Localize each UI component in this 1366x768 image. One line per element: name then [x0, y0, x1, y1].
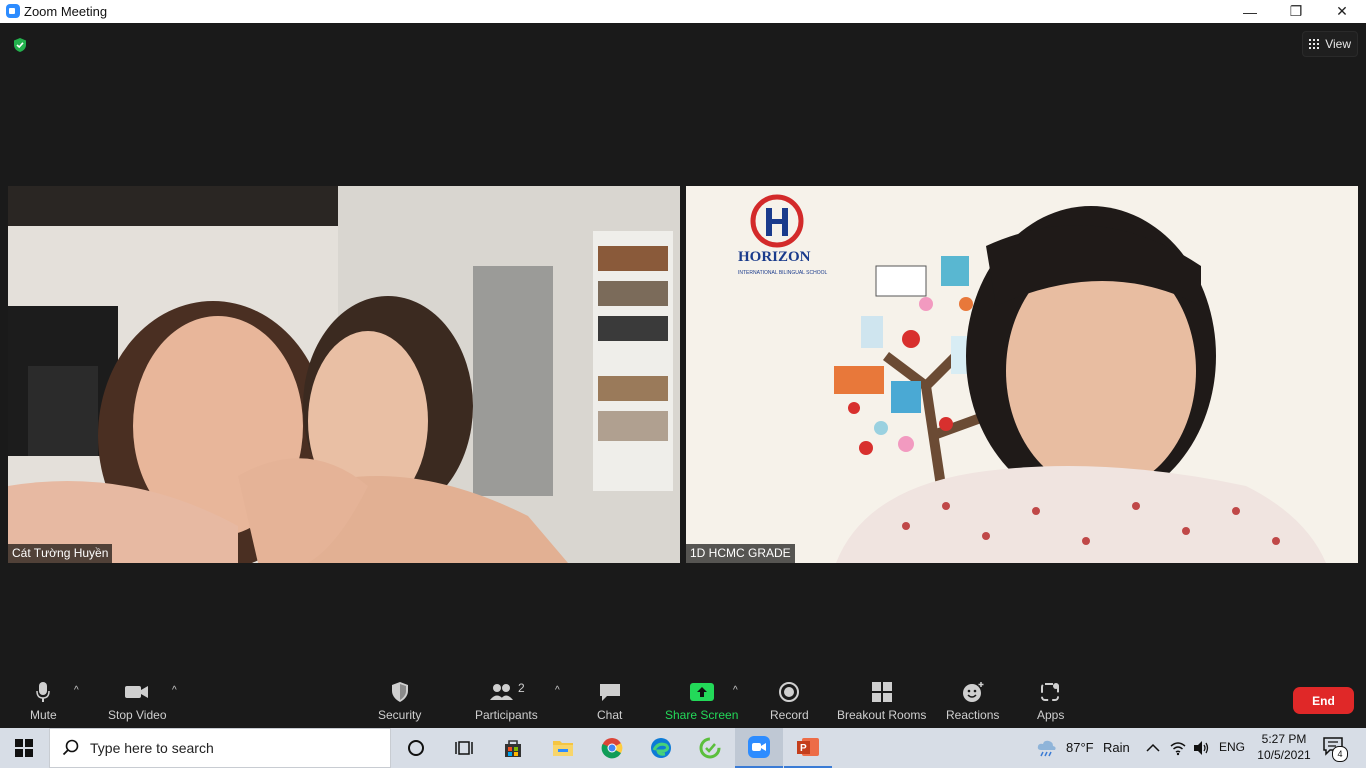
close-button[interactable]: ✕ — [1319, 0, 1365, 23]
apps-button[interactable]: Apps — [1037, 681, 1064, 722]
input-language[interactable]: ENG — [1219, 740, 1245, 754]
reactions-label: Reactions — [946, 708, 1000, 722]
title-bar: Zoom Meeting — ❐ ✕ — [0, 0, 1366, 23]
breakout-rooms-icon — [871, 682, 892, 702]
taskbar-zoom-app[interactable] — [735, 728, 783, 768]
meeting-toolbar: Mute ^ Stop Video ^ Security 2 Participa… — [0, 673, 1366, 728]
record-button[interactable]: Record — [770, 681, 809, 722]
green-app-icon — [699, 737, 721, 759]
clock-time: 5:27 PM — [1261, 732, 1307, 746]
reactions-button[interactable]: Reactions — [946, 681, 999, 722]
cortana-button[interactable] — [392, 728, 440, 768]
zoom-icon — [748, 736, 770, 758]
task-view-button[interactable] — [440, 728, 488, 768]
chat-label: Chat — [597, 708, 623, 722]
share-screen-button[interactable]: Share Screen — [665, 681, 738, 722]
svg-text:P: P — [800, 743, 807, 754]
mute-button[interactable]: Mute — [30, 681, 57, 722]
grid-icon — [1309, 39, 1320, 49]
taskbar-chrome-app[interactable] — [588, 728, 636, 768]
mute-options-chevron-icon[interactable]: ^ — [74, 685, 79, 696]
encryption-shield-icon[interactable] — [12, 37, 28, 53]
show-hidden-icons-chevron-icon[interactable] — [1146, 743, 1160, 753]
share-options-chevron-icon[interactable]: ^ — [733, 685, 738, 696]
edge-icon — [651, 738, 671, 758]
end-meeting-button[interactable]: End — [1293, 687, 1354, 714]
apps-icon — [1040, 683, 1059, 701]
meeting-area: View Cát Tường Huyền HORIZON INTERNATION… — [0, 23, 1366, 673]
video-tile-right[interactable]: HORIZON INTERNATIONAL BILINGUAL SCHOOL 1… — [686, 186, 1358, 563]
reactions-smiley-icon — [962, 682, 984, 702]
cortana-circle-icon — [408, 740, 424, 756]
weather-description[interactable]: Rain — [1103, 740, 1130, 755]
record-icon — [779, 682, 800, 702]
search-placeholder: Type here to search — [90, 740, 214, 756]
weather-temperature[interactable]: 87°F — [1066, 740, 1094, 755]
taskbar-edge-app[interactable] — [637, 728, 685, 768]
chat-bubble-icon — [599, 684, 620, 701]
microphone-icon — [36, 682, 51, 702]
chrome-icon — [601, 738, 623, 759]
security-label: Security — [378, 708, 422, 722]
view-label: View — [1325, 37, 1351, 51]
powerpoint-icon: P — [797, 738, 819, 756]
weather-rain-icon — [1037, 740, 1056, 757]
volume-speaker-icon[interactable] — [1192, 740, 1210, 756]
logo-subtext: INTERNATIONAL BILINGUAL SCHOOL — [738, 270, 827, 276]
clock-date: 10/5/2021 — [1257, 748, 1311, 762]
participant-video-left — [8, 186, 680, 563]
zoom-app-icon — [6, 4, 20, 18]
store-bag-icon — [505, 740, 521, 757]
participants-options-chevron-icon[interactable]: ^ — [555, 685, 560, 696]
logo-text: HORIZON — [738, 249, 811, 265]
video-camera-icon — [125, 686, 149, 698]
taskbar-app-green[interactable] — [686, 728, 734, 768]
action-center-button[interactable]: 4 — [1322, 736, 1350, 762]
window-title: Zoom Meeting — [24, 4, 108, 19]
task-view-icon — [455, 741, 473, 755]
wifi-icon[interactable] — [1169, 740, 1187, 756]
search-icon — [62, 739, 79, 756]
minimize-button[interactable]: — — [1227, 0, 1273, 23]
participants-button[interactable]: 2 Participants — [475, 681, 538, 722]
participant-name-left: Cát Tường Huyền — [8, 544, 113, 563]
participant-video-right: HORIZON INTERNATIONAL BILINGUAL SCHOOL — [686, 186, 1358, 563]
security-button[interactable]: Security — [378, 681, 421, 722]
share-screen-icon — [689, 683, 714, 701]
participant-name-right: 1D HCMC GRADE — [686, 544, 795, 563]
stop-video-button[interactable]: Stop Video — [108, 681, 167, 722]
notification-count-badge: 4 — [1332, 746, 1348, 762]
taskbar-clock[interactable]: 5:27 PM 10/5/2021 — [1256, 731, 1312, 763]
chat-button[interactable]: Chat — [597, 681, 622, 722]
windows-taskbar: Type here to search P 87°F Rain ENG 5:27… — [0, 728, 1366, 768]
record-label: Record — [770, 708, 809, 722]
windows-logo-icon — [15, 739, 33, 757]
breakout-rooms-button[interactable]: Breakout Rooms — [837, 681, 926, 722]
security-shield-icon — [391, 682, 408, 702]
taskbar-powerpoint-app[interactable]: P — [784, 728, 832, 768]
taskbar-search-box[interactable]: Type here to search — [49, 728, 391, 768]
video-tile-left[interactable]: Cát Tường Huyền — [8, 186, 680, 563]
share-screen-label: Share Screen — [665, 708, 739, 722]
maximize-button[interactable]: ❐ — [1273, 0, 1319, 23]
breakout-rooms-label: Breakout Rooms — [837, 708, 927, 722]
stop-video-label: Stop Video — [108, 708, 167, 722]
folder-icon — [553, 741, 573, 756]
taskbar-store-app[interactable] — [489, 728, 537, 768]
taskbar-file-explorer-app[interactable] — [539, 728, 587, 768]
video-options-chevron-icon[interactable]: ^ — [172, 685, 177, 696]
participants-icon — [490, 684, 513, 700]
participants-label: Participants — [475, 708, 538, 722]
participants-count: 2 — [518, 681, 525, 695]
view-button[interactable]: View — [1302, 31, 1358, 57]
apps-label: Apps — [1037, 708, 1065, 722]
mute-label: Mute — [30, 708, 57, 722]
start-button[interactable] — [0, 728, 48, 768]
